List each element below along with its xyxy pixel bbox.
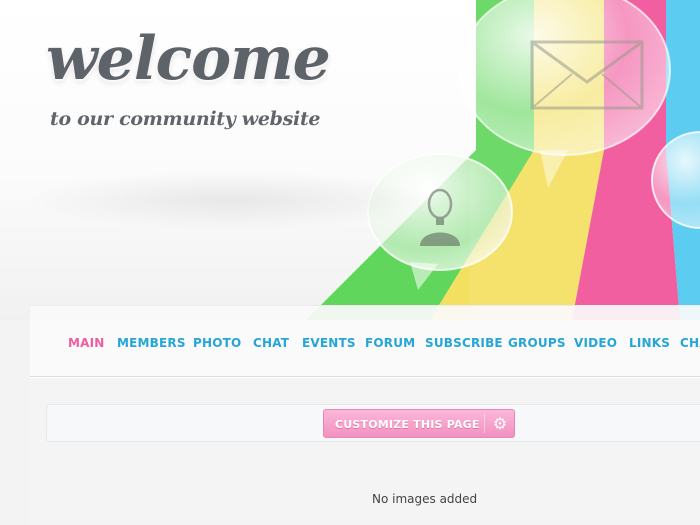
nav-item-members[interactable]: MEMBERS [117,336,186,350]
main-content [30,378,700,525]
nav-item-photo[interactable]: PHOTO [193,336,241,350]
customize-page-label: CUSTOMIZE THIS PAGE [335,418,480,431]
nav-item-chat[interactable]: CHAT [253,336,289,350]
nav-item-events[interactable]: EVENTS [302,336,356,350]
main-navigation: MAIN MEMBERS PHOTO CHAT EVENTS FORUM SUB… [30,305,700,377]
nav-item-video[interactable]: VIDEO [574,336,617,350]
button-divider [484,414,485,433]
nav-item-forum[interactable]: FORUM [365,336,415,350]
gear-icon[interactable]: ⚙ [490,414,510,434]
nav-item-groups[interactable]: GROUPS [508,336,566,350]
nav-item-subscribe[interactable]: SUBSCRIBE [425,336,503,350]
site-title: welcome [46,24,331,94]
title-shadow [20,170,440,230]
nav-item-main[interactable]: MAIN [68,336,105,350]
site-subtitle: to our community website [50,108,321,130]
empty-images-message: No images added [372,492,478,506]
header-banner: welcome to our community website [0,0,700,320]
nav-item-links[interactable]: LINKS [629,336,670,350]
nav-item-chat-overflow[interactable]: CHA [680,336,700,350]
customize-page-button[interactable]: CUSTOMIZE THIS PAGE ⚙ [323,409,515,438]
